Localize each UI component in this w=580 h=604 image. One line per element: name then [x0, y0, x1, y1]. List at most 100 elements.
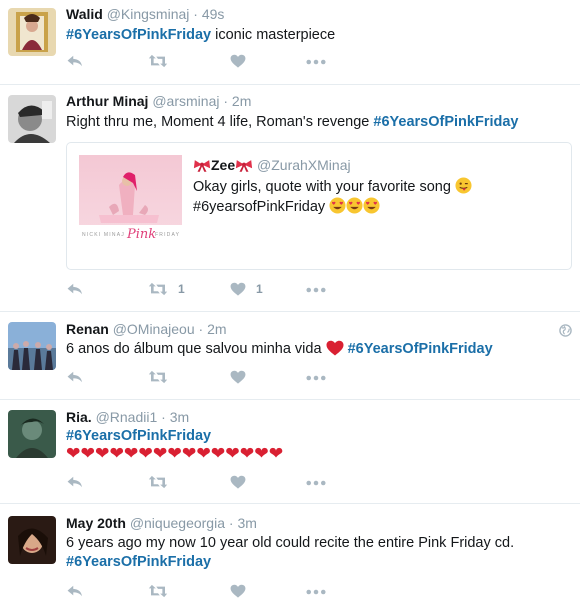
quoted-hashtag[interactable]: #6yearsofPinkFriday: [193, 199, 325, 215]
tweet-text-body: 6 anos do álbum que salvou minha vida: [66, 341, 322, 357]
reply-button[interactable]: [66, 475, 84, 489]
reply-icon: [66, 54, 84, 68]
tweet-walid[interactable]: Walid @Kingsminaj · 49s #6YearsOfPinkFri…: [0, 0, 580, 85]
tweet-text: 6 anos do álbum que salvou minha vida #6…: [66, 340, 566, 359]
like-button[interactable]: 1: [230, 282, 263, 296]
separator-dot: ·: [198, 321, 204, 337]
tweet-ria[interactable]: Ria. @Rnadii1 · 3m #6YearsOfPinkFriday ❤…: [0, 400, 580, 504]
hashtag-link[interactable]: #6YearsOfPinkFriday: [66, 428, 211, 444]
more-button[interactable]: [306, 59, 326, 65]
avatar[interactable]: [8, 516, 56, 564]
like-icon: [230, 282, 246, 296]
retweet-button[interactable]: [148, 54, 168, 68]
hashtag-link[interactable]: #6YearsOfPinkFriday: [348, 341, 493, 357]
retweet-button[interactable]: [148, 370, 168, 384]
hashtag-link[interactable]: #6YearsOfPinkFriday: [373, 114, 518, 130]
timestamp[interactable]: 49s: [202, 6, 225, 22]
separator-dot: ·: [161, 409, 166, 425]
avatar[interactable]: [8, 410, 56, 458]
author-handle[interactable]: @Kingsminaj: [107, 6, 190, 22]
like-button[interactable]: [230, 475, 246, 489]
retweet-button[interactable]: [148, 584, 168, 598]
retweet-icon: [148, 584, 168, 598]
like-button[interactable]: [230, 54, 246, 68]
author-name[interactable]: May 20th: [66, 515, 126, 531]
author-handle[interactable]: @OMinajeou: [113, 321, 195, 337]
separator-dot: ·: [228, 515, 234, 531]
reply-button[interactable]: [66, 584, 84, 598]
reply-icon: [66, 282, 84, 296]
timestamp[interactable]: 3m: [237, 515, 256, 531]
like-button[interactable]: [230, 370, 246, 384]
like-icon: [230, 54, 246, 68]
more-icon: [306, 287, 326, 293]
heart-emoji: [326, 340, 344, 356]
retweet-button[interactable]: [148, 475, 168, 489]
tweet-text-body: 6 years ago my now 10 year old could rec…: [66, 535, 515, 551]
separator-dot: ·: [193, 6, 198, 22]
author-name[interactable]: Arthur Minaj: [66, 93, 148, 109]
tweet-arthur[interactable]: Arthur Minaj @arsminaj · 2m Right thru m…: [0, 85, 580, 312]
author-handle[interactable]: @niquegeorgia: [130, 515, 225, 531]
heart-eyes-emojis: [329, 199, 380, 215]
heart-eyes-emoji: [329, 197, 346, 214]
quoted-author-handle[interactable]: @ZurahXMinaj: [257, 157, 351, 173]
reply-button[interactable]: [66, 282, 84, 296]
author-name[interactable]: Renan: [66, 321, 109, 337]
globe-icon[interactable]: [559, 324, 572, 337]
timestamp[interactable]: 2m: [232, 93, 251, 109]
reply-icon: [66, 475, 84, 489]
timestamp[interactable]: 3m: [170, 409, 189, 425]
reply-icon: [66, 370, 84, 384]
more-button[interactable]: [306, 480, 326, 486]
avatar[interactable]: [8, 322, 56, 370]
like-button[interactable]: [230, 584, 246, 598]
more-icon: [306, 589, 326, 595]
like-count: 1: [256, 282, 263, 296]
bow-emoji: [193, 158, 211, 173]
more-icon: [306, 480, 326, 486]
hashtag-link[interactable]: #6YearsOfPinkFriday: [66, 27, 211, 43]
tongue-emoji: [455, 177, 472, 194]
retweet-count: 1: [178, 282, 185, 296]
retweet-button[interactable]: 1: [148, 282, 185, 296]
heart-emojis: ❤❤❤❤❤❤❤❤❤❤❤❤❤❤❤: [66, 444, 284, 464]
separator-dot: ·: [223, 93, 229, 109]
author-name[interactable]: Ria.: [66, 409, 92, 425]
album-artist: NICKI MINAJ: [82, 232, 125, 238]
reply-button[interactable]: [66, 54, 84, 68]
like-icon: [230, 584, 246, 598]
retweet-icon: [148, 54, 168, 68]
album-cover-thumbnail[interactable]: NICKI MINAJ Pink FRIDAY: [79, 155, 182, 258]
more-button[interactable]: [306, 287, 326, 293]
heart-eyes-emoji: [363, 197, 380, 214]
more-button[interactable]: [306, 375, 326, 381]
avatar[interactable]: [8, 95, 56, 143]
author-handle[interactable]: @Rnadii1: [96, 409, 158, 425]
avatar[interactable]: [8, 8, 56, 56]
bow-emoji: [235, 158, 253, 173]
reply-button[interactable]: [66, 370, 84, 384]
tweet-text: 6 years ago my now 10 year old could rec…: [66, 534, 566, 572]
quoted-author-name[interactable]: Zee: [211, 157, 235, 173]
author-handle[interactable]: @arsminaj: [152, 93, 219, 109]
heart-emoji-row: ❤❤❤❤❤❤❤❤❤❤❤❤❤❤❤: [66, 445, 283, 464]
more-icon: [306, 59, 326, 65]
more-icon: [306, 375, 326, 381]
retweet-icon: [148, 370, 168, 384]
tweet-text: Right thru me, Moment 4 life, Roman's re…: [66, 113, 566, 132]
tweet-renan[interactable]: Renan @OMinajeou · 2m 6 anos do álbum qu…: [0, 312, 580, 400]
tweet-text-body: Right thru me, Moment 4 life, Roman's re…: [66, 114, 370, 130]
quoted-text-body: Okay girls, quote with your favorite son…: [193, 179, 451, 195]
author-name[interactable]: Walid: [66, 6, 103, 22]
timestamp[interactable]: 2m: [207, 321, 226, 337]
tweet-may20th[interactable]: May 20th @niquegeorgia · 3m 6 years ago …: [0, 504, 580, 602]
reply-icon: [66, 584, 84, 598]
album-subtitle: FRIDAY: [155, 232, 181, 238]
heart-eyes-emoji: [346, 197, 363, 214]
hashtag-link[interactable]: #6YearsOfPinkFriday: [66, 554, 211, 570]
quoted-header: Zee @ZurahXMinaj: [193, 157, 351, 173]
quoted-text: Okay girls, quote with your favorite son…: [193, 177, 553, 217]
more-button[interactable]: [306, 589, 326, 595]
quoted-tweet[interactable]: NICKI MINAJ Pink FRIDAY Zee @ZurahXMinaj…: [66, 142, 572, 270]
